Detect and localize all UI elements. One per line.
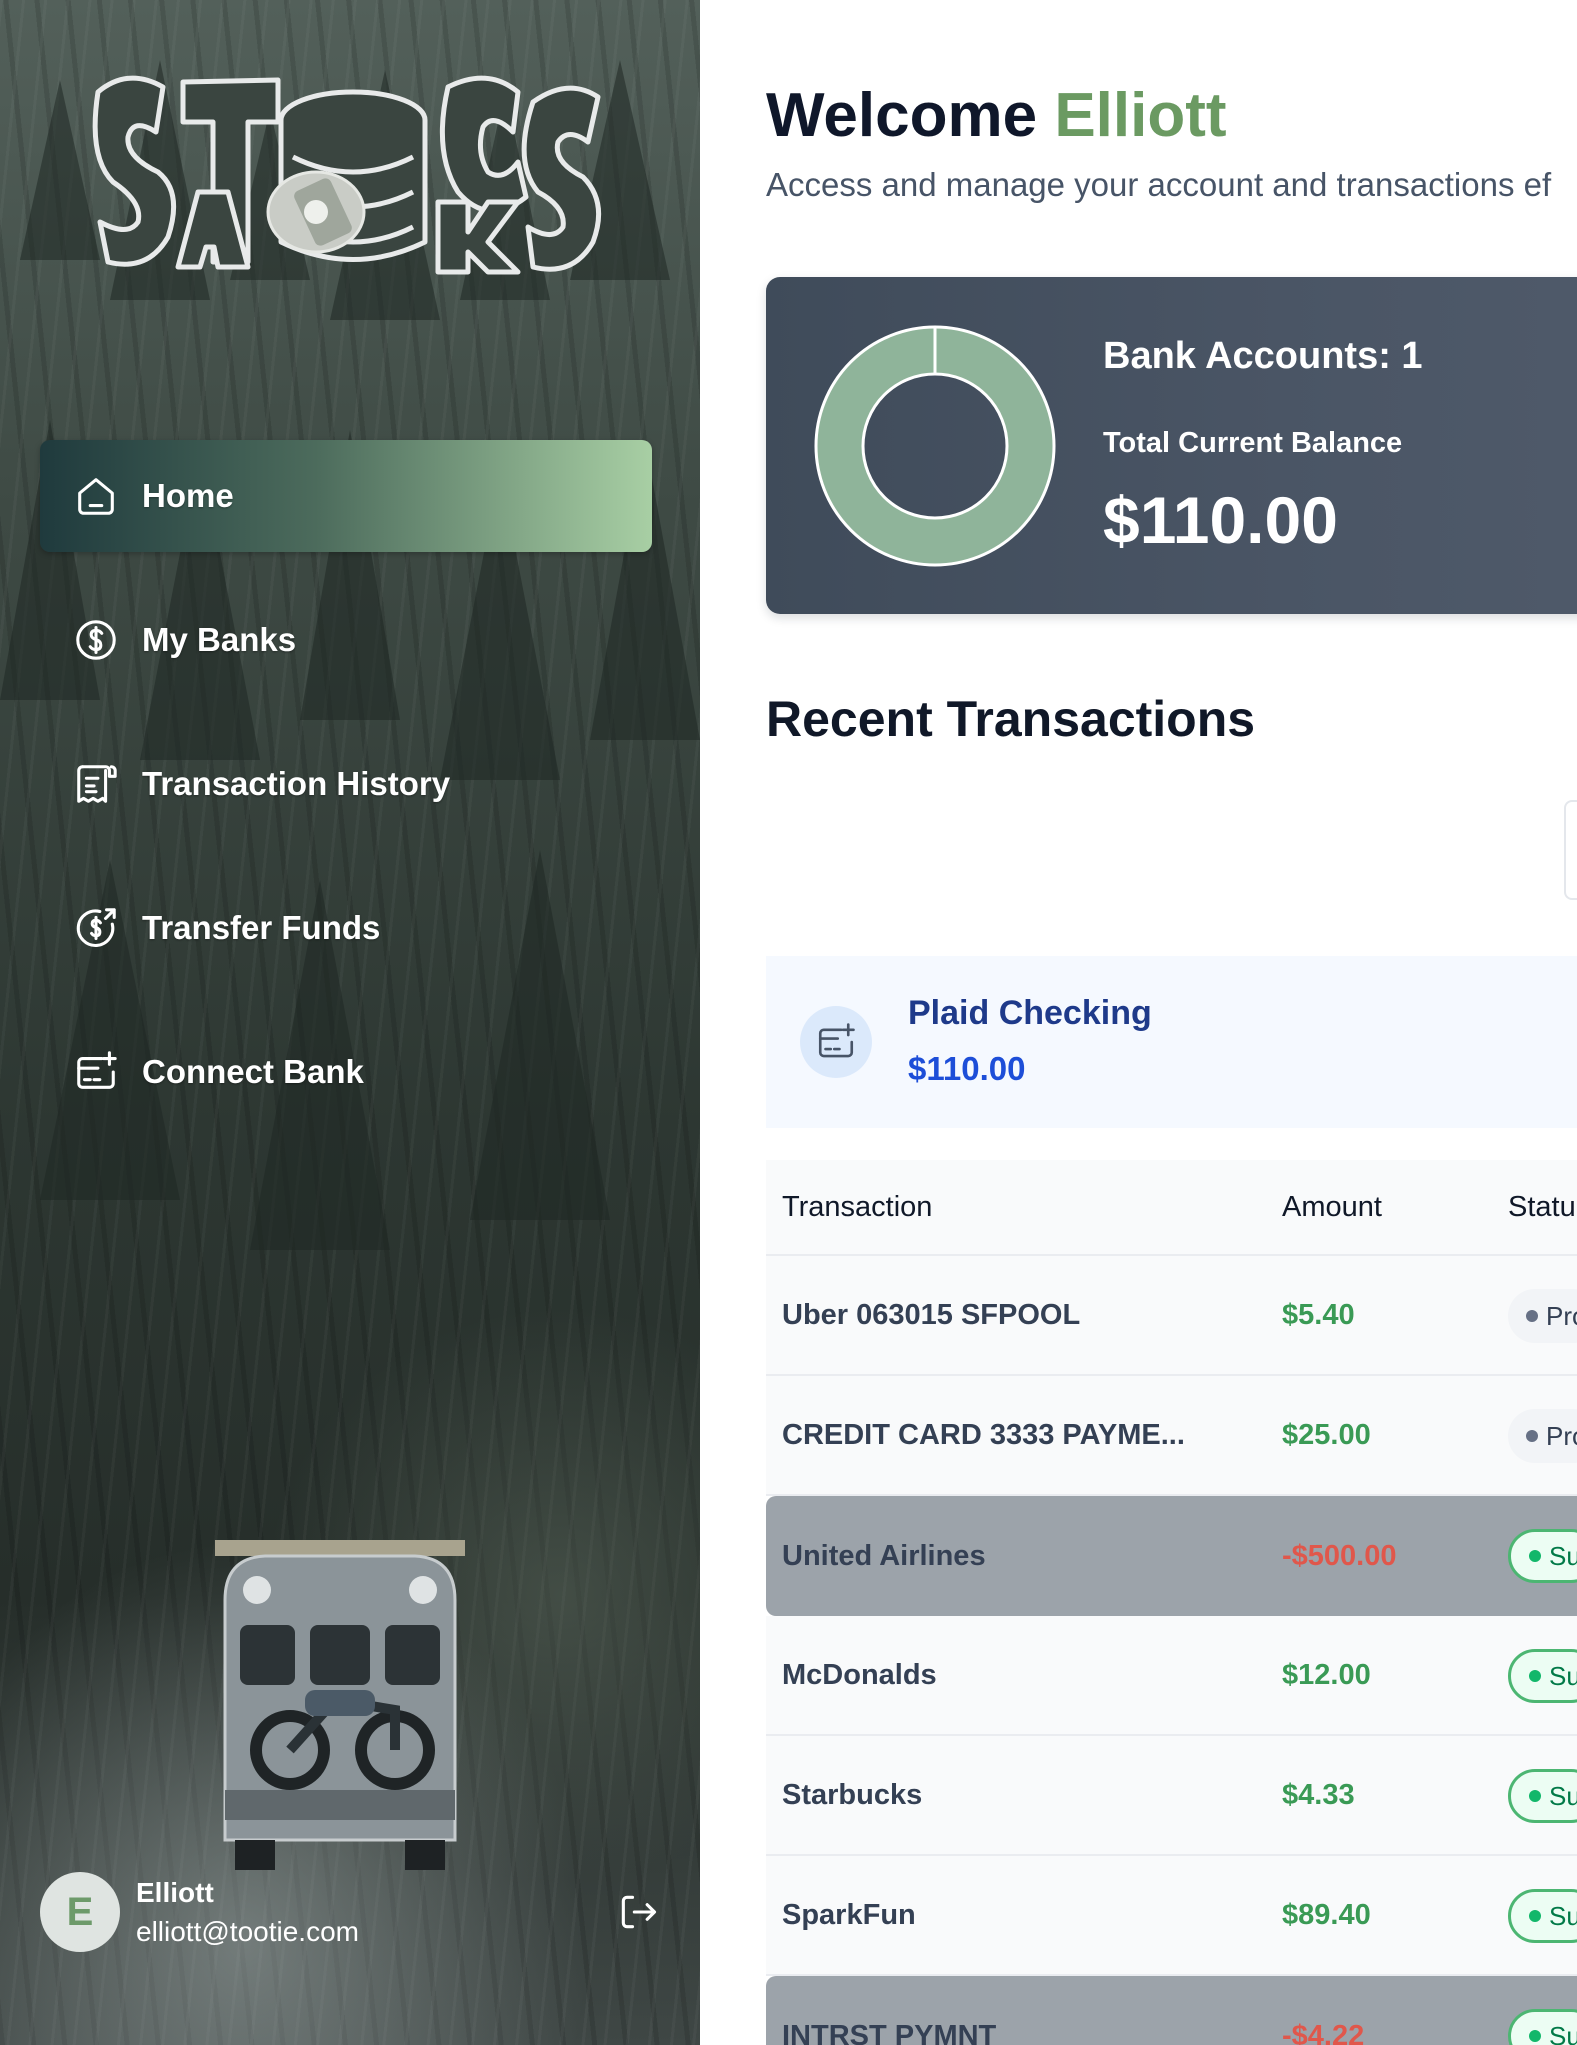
transaction-name: CREDIT CARD 3333 PAYME... (782, 1418, 1185, 1451)
sidebar-item-label: Connect Bank (142, 1053, 364, 1090)
main-content: Welcome Elliott Access and manage your a… (700, 0, 1577, 2045)
view-all-button[interactable] (1564, 800, 1577, 900)
card-add-icon (72, 1048, 120, 1096)
transaction-amount: -$4.22 (1282, 2019, 1365, 2045)
bank-accounts-count: Bank Accounts: 1 (1103, 335, 1423, 377)
user-name: Elliott (136, 1877, 214, 1908)
sidebar-item-transfer-funds[interactable]: Transfer Funds (40, 872, 652, 984)
card-add-icon (800, 1006, 872, 1078)
status-badge: Su (1508, 1769, 1577, 1823)
welcome-user-name: Elliott (1054, 81, 1227, 150)
column-header-amount: Amount (1282, 1190, 1382, 1223)
status-text: Su (1549, 1660, 1577, 1691)
status-dot-icon (1529, 1670, 1541, 1682)
bank-balance: $110.00 (908, 1050, 1026, 1087)
sidebar-item-my-banks[interactable]: My Banks (40, 584, 652, 696)
app-root: Home My Banks Transaction History Transf… (0, 0, 1577, 2045)
status-dot-icon (1529, 1790, 1541, 1802)
sidebar-item-label: My Banks (142, 621, 297, 658)
total-balance-label: Total Current Balance (1103, 427, 1403, 459)
status-text: Su (1549, 1900, 1577, 1931)
sidebar-item-label: Transfer Funds (142, 909, 381, 946)
sidebar-item-connect-bank[interactable]: Connect Bank (40, 1016, 652, 1128)
column-header-transaction: Transaction (782, 1190, 933, 1223)
sidebar-item-transaction-history[interactable]: Transaction History (40, 728, 652, 840)
total-balance-card: Bank Accounts: 1 Total Current Balance $… (766, 277, 1577, 614)
transaction-name: United Airlines (782, 1539, 986, 1572)
user-email: elliott@tootie.com (136, 1916, 359, 1947)
transactions-table: Transaction Amount Statu Uber 063015 SFP… (766, 1160, 1577, 2045)
status-text: Su (1549, 2020, 1577, 2045)
dollar-circle-icon (72, 616, 120, 664)
transaction-amount: $5.40 (1282, 1298, 1355, 1331)
receipt-icon (72, 760, 120, 808)
status-badge: Pro (1508, 1289, 1577, 1343)
sidebar-nav: Home My Banks Transaction History Transf… (40, 440, 652, 1160)
status-dot-icon (1529, 1550, 1541, 1562)
balance-donut-chart (814, 325, 1056, 567)
user-profile: E Elliott elliott@tootie.com (40, 1872, 660, 1952)
status-badge: Su (1508, 1889, 1577, 1943)
table-row[interactable]: McDonalds $12.00 Su (766, 1616, 1577, 1736)
status-dot-icon (1526, 1430, 1538, 1442)
bank-info-tab[interactable]: Plaid Checking $110.00 (766, 956, 1577, 1128)
recent-transactions-title: Recent Transactions (766, 691, 1256, 747)
status-text: Su (1549, 1780, 1577, 1811)
transaction-amount: $12.00 (1282, 1658, 1371, 1691)
table-row[interactable]: INTRST PYMNT -$4.22 Su (766, 1976, 1577, 2045)
bus-illustration (195, 1540, 485, 1870)
column-header-status: Statu (1508, 1190, 1576, 1223)
table-row[interactable]: United Airlines -$500.00 Su (766, 1496, 1577, 1616)
transaction-amount: $4.33 (1282, 1778, 1355, 1811)
transaction-name: SparkFun (782, 1898, 916, 1931)
table-row[interactable]: Uber 063015 SFPOOL $5.40 Pro (766, 1256, 1577, 1376)
page-title: Welcome Elliott (766, 80, 1227, 151)
sidebar-item-home[interactable]: Home (40, 440, 652, 552)
stacks-logo (88, 62, 608, 284)
status-badge: Su (1508, 1649, 1577, 1703)
table-row[interactable]: Starbucks $4.33 Su (766, 1736, 1577, 1856)
logout-icon[interactable] (616, 1890, 660, 1934)
transaction-amount: -$500.00 (1282, 1539, 1397, 1572)
status-text: Pro (1546, 1420, 1577, 1451)
welcome-greeting: Welcome (766, 81, 1038, 150)
status-text: Pro (1546, 1300, 1577, 1331)
table-body: Uber 063015 SFPOOL$5.40ProCREDIT CARD 33… (766, 1256, 1577, 2045)
table-row[interactable]: SparkFun $89.40 Su (766, 1856, 1577, 1976)
avatar[interactable]: E (40, 1872, 120, 1952)
transaction-name: Uber 063015 SFPOOL (782, 1298, 1081, 1331)
status-badge: Pro (1508, 1409, 1577, 1463)
transaction-amount: $89.40 (1282, 1898, 1371, 1931)
table-row[interactable]: CREDIT CARD 3333 PAYME... $25.00 Pro (766, 1376, 1577, 1496)
table-header: Transaction Amount Statu (766, 1160, 1577, 1256)
status-text: Su (1549, 1540, 1577, 1571)
transaction-name: INTRST PYMNT (782, 2019, 997, 2045)
status-badge: Su (1508, 1529, 1577, 1583)
sidebar-item-label: Home (142, 477, 234, 514)
user-info: Elliott elliott@tootie.com (136, 1873, 359, 1951)
status-dot-icon (1529, 2030, 1541, 2042)
bank-name: Plaid Checking (908, 994, 1152, 1032)
status-dot-icon (1526, 1310, 1538, 1322)
status-dot-icon (1529, 1910, 1541, 1922)
sidebar: Home My Banks Transaction History Transf… (0, 0, 700, 2045)
money-send-icon (72, 904, 120, 952)
total-balance-value: $110.00 (1103, 483, 1338, 557)
page-subtitle: Access and manage your account and trans… (766, 166, 1552, 203)
sidebar-item-label: Transaction History (142, 765, 451, 802)
status-badge: Su (1508, 2009, 1577, 2045)
transaction-name: McDonalds (782, 1658, 937, 1691)
transaction-amount: $25.00 (1282, 1418, 1371, 1451)
home-icon (72, 472, 120, 520)
transaction-name: Starbucks (782, 1778, 923, 1811)
